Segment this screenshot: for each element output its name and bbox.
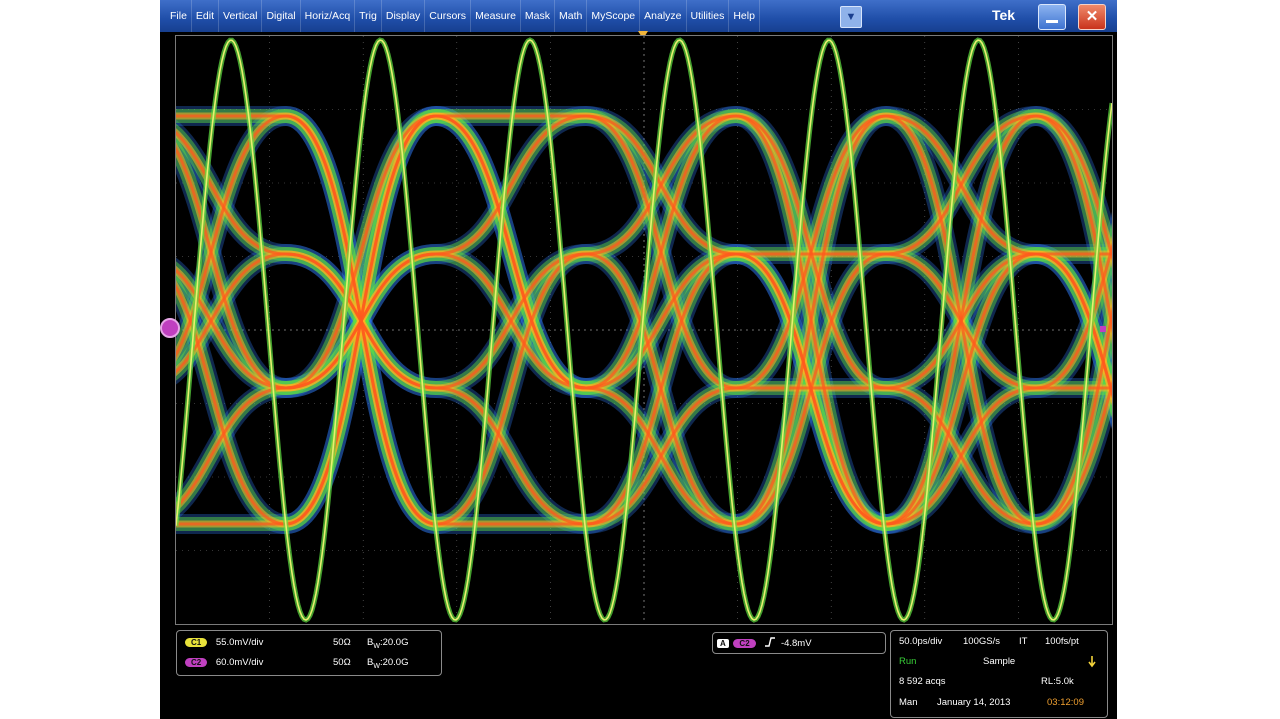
record-length: RL:5.0k xyxy=(1041,676,1074,687)
oscilloscope-window: File Edit Vertical Digital Horiz/Acq Trig Disp… xyxy=(126,0,1280,719)
channel-2-bandwidth: BW:20.0G xyxy=(367,657,409,670)
time: 03:12:09 xyxy=(1047,697,1084,708)
acquisition-mode: Sample xyxy=(983,656,1016,667)
channel-1-bandwidth: BW:20.0G xyxy=(367,637,409,650)
menu-item-analyze[interactable]: Analyze xyxy=(640,0,687,32)
waveform-display[interactable] xyxy=(126,35,1280,625)
trigger-a-badge: A xyxy=(717,639,729,648)
acquisition-readout-panel[interactable]: 50.0ps/div 100GS/s IT 100fs/pt Run Sampl… xyxy=(890,630,1108,718)
trigger-readout[interactable]: A C2 -4.8mV xyxy=(712,632,886,654)
menu-list: File Edit Vertical Digital Horiz/Acq Trig Disp… xyxy=(166,0,760,32)
menu-item-display[interactable]: Display xyxy=(382,0,426,32)
channel-2-ground-marker[interactable] xyxy=(160,318,180,338)
channel-2-impedance: 50Ω xyxy=(333,657,351,668)
menu-item-horiz-acq[interactable]: Horiz/Acq xyxy=(301,0,356,32)
menu-dropdown-button[interactable]: ▼ xyxy=(840,6,862,28)
channel-2-readout[interactable]: C2 60.0mV/div xyxy=(185,657,263,668)
menu-item-vertical[interactable]: Vertical xyxy=(219,0,263,32)
channel-2-bandwidth-value: 20.0G xyxy=(382,657,409,668)
channel-2-chip: C2 xyxy=(185,658,208,667)
channel-1-chip: C1 xyxy=(185,638,208,647)
menu-item-utilities[interactable]: Utilities xyxy=(687,0,730,32)
minimize-button[interactable] xyxy=(1038,4,1066,30)
channel-readout-panel[interactable]: C1 55.0mV/div 50Ω BW:20.0G C2 60.0mV/div… xyxy=(176,630,442,676)
menu-item-cursors[interactable]: Cursors xyxy=(425,0,472,32)
menu-item-edit[interactable]: Edit xyxy=(192,0,220,32)
menu-item-myscope[interactable]: MyScope xyxy=(587,0,641,32)
trigger-arrow-icon xyxy=(1088,656,1096,668)
bw-label-sub: W xyxy=(373,662,380,670)
channel-2-scale: 60.0mV/div xyxy=(215,657,264,668)
date: January 14, 2013 xyxy=(937,697,1011,708)
rising-edge-icon xyxy=(765,637,776,647)
menu-bar: File Edit Vertical Digital Horiz/Acq Trig Disp… xyxy=(160,0,1117,32)
eye-diagram-plot xyxy=(126,36,1280,624)
menu-item-digital[interactable]: Digital xyxy=(262,0,301,32)
menu-item-math[interactable]: Math xyxy=(555,0,588,32)
tek-logo: Tek xyxy=(992,7,1016,23)
menu-item-mask[interactable]: Mask xyxy=(521,0,556,32)
sample-rate: 100GS/s xyxy=(963,636,1000,647)
channel-1-impedance: 50Ω xyxy=(333,637,351,648)
channel-level-marker xyxy=(1100,326,1106,332)
channel-1-bandwidth-value: 20.0G xyxy=(382,637,409,648)
channel-1-scale: 55.0mV/div xyxy=(215,637,264,648)
channel-1-readout[interactable]: C1 55.0mV/div xyxy=(185,637,263,648)
trigger-level: -4.8mV xyxy=(780,638,812,649)
acquisition-count: 8 592 acqs xyxy=(899,676,946,687)
resolution: 100fs/pt xyxy=(1045,636,1079,647)
menu-item-measure[interactable]: Measure xyxy=(471,0,521,32)
user-mode: Man xyxy=(899,697,918,708)
menu-item-file[interactable]: File xyxy=(166,0,192,32)
menu-item-help[interactable]: Help xyxy=(729,0,760,32)
timebase: 50.0ps/div xyxy=(899,636,943,647)
bw-label-sub: W xyxy=(373,642,380,650)
close-button[interactable]: ✕ xyxy=(1078,4,1106,30)
menu-item-trig[interactable]: Trig xyxy=(355,0,382,32)
acq-mode-code: IT xyxy=(1019,636,1028,647)
trigger-source-chip: C2 xyxy=(733,639,756,648)
run-state: Run xyxy=(899,656,917,667)
